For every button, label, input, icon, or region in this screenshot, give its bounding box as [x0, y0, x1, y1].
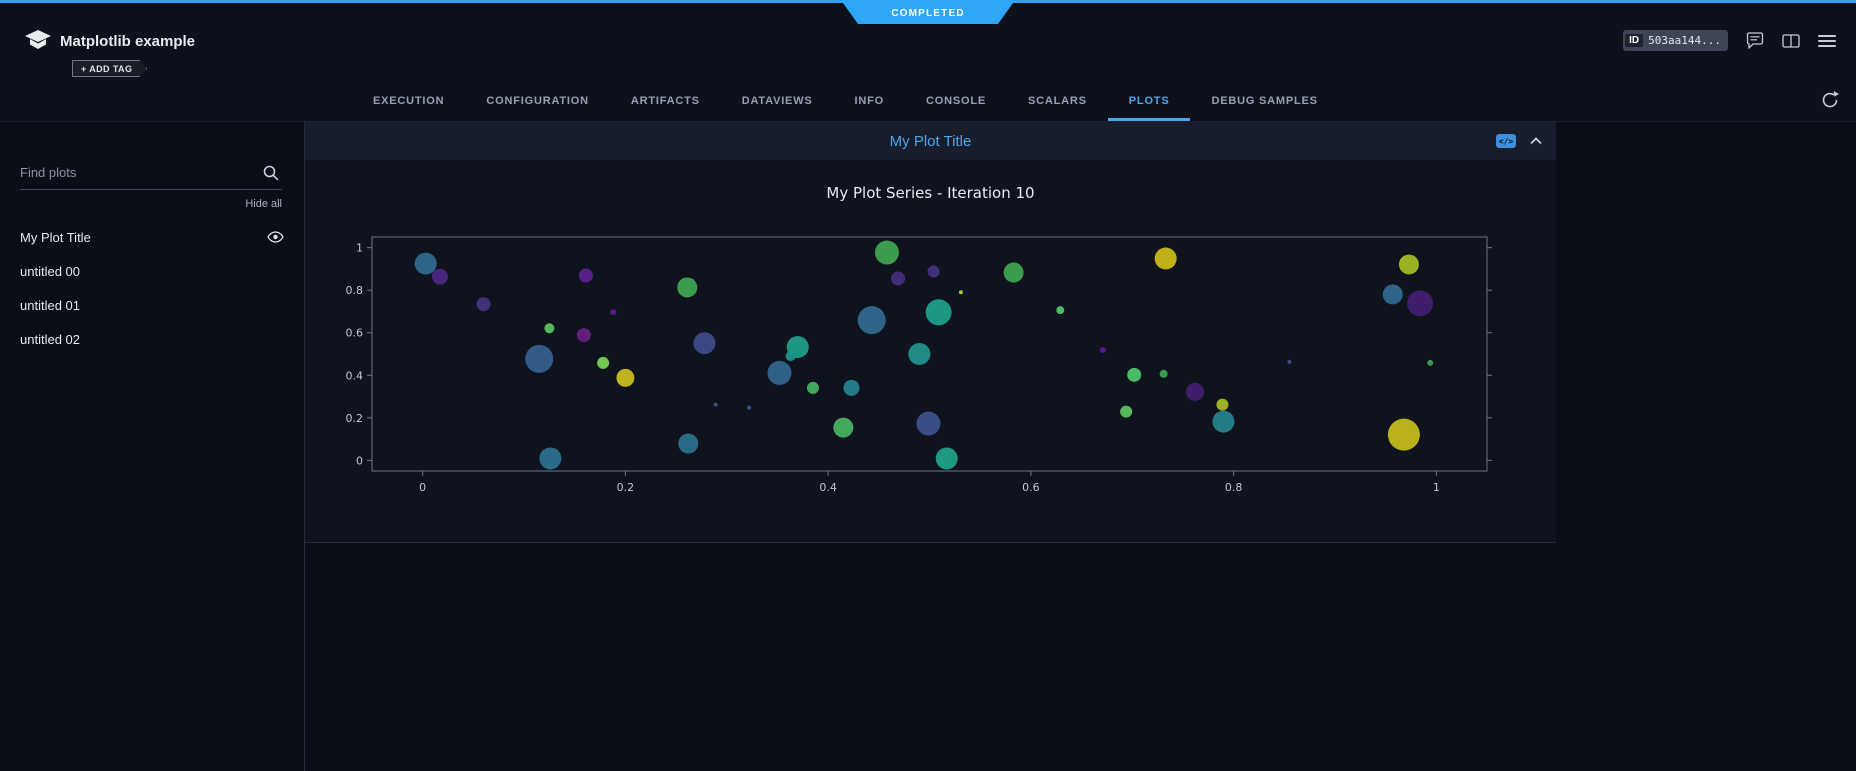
header-actions: ID 503aa144...	[1623, 30, 1836, 51]
add-tag-button[interactable]: + ADD TAG	[72, 60, 147, 77]
experiment-id-chip[interactable]: ID 503aa144...	[1623, 30, 1728, 51]
top-accent-line	[0, 0, 1856, 3]
plot-panel-title: My Plot Title	[305, 133, 1556, 150]
scatter-chart[interactable]: 0 0.2 0.4 0.6 0.8 1 0 0.2 0.4 0.6 0.8 1	[305, 226, 1555, 526]
plot-list-item[interactable]: untitled 02	[0, 322, 304, 356]
plot-list: My Plot Title untitled 00	[0, 220, 304, 356]
main-area: My Plot Title </> My Plot Series - Itera…	[305, 122, 1856, 771]
plot-card-body: My Plot Series - Iteration 10 0 0.2 0.4 0.6…	[305, 160, 1556, 542]
svg-text:0.8: 0.8	[1225, 481, 1243, 494]
tab[interactable]: DEBUG SAMPLES	[1190, 84, 1338, 121]
tab-label: EXECUTION	[373, 95, 444, 107]
app-window: COMPLETED Matplotlib example + ADD TAG I…	[0, 0, 1856, 771]
tab-label: CONSOLE	[926, 95, 986, 107]
tab[interactable]: EXECUTION	[352, 84, 465, 121]
id-label: ID	[1625, 34, 1643, 47]
tab[interactable]: CONFIGURATION	[465, 84, 609, 121]
svg-text:0.6: 0.6	[1022, 481, 1040, 494]
search-input[interactable]	[20, 165, 282, 180]
status-label: COMPLETED	[891, 8, 965, 19]
status-ribbon: COMPLETED	[843, 3, 1013, 24]
tab-label: DATAVIEWS	[742, 95, 813, 107]
comment-icon[interactable]	[1746, 32, 1764, 49]
svg-text:0: 0	[356, 454, 363, 467]
chart-title: My Plot Series - Iteration 10	[305, 160, 1556, 202]
panel-layout-icon[interactable]	[1782, 34, 1800, 48]
tab-label: DEBUG SAMPLES	[1211, 95, 1317, 107]
tab[interactable]: ARTIFACTS	[610, 84, 721, 121]
search-icon[interactable]	[262, 164, 280, 187]
tab-label: INFO	[855, 95, 884, 107]
svg-text:0.4: 0.4	[346, 369, 364, 382]
eye-icon[interactable]	[267, 231, 284, 243]
svg-text:0: 0	[419, 481, 426, 494]
plots-sidebar: Hide all My Plot Title	[0, 122, 305, 771]
svg-text:1: 1	[1433, 481, 1440, 494]
tab[interactable]: SCALARS	[1007, 84, 1108, 121]
tab-label: ARTIFACTS	[631, 95, 700, 107]
app-logo-icon[interactable]	[24, 29, 52, 53]
plot-list-item[interactable]: My Plot Title	[0, 220, 304, 254]
tab[interactable]: DATAVIEWS	[721, 84, 834, 121]
tab-label: SCALARS	[1028, 95, 1087, 107]
plot-item-label: untitled 02	[20, 332, 80, 347]
svg-text:0.4: 0.4	[819, 481, 837, 494]
tab-label: PLOTS	[1129, 95, 1170, 107]
plot-card-header: My Plot Title </>	[305, 122, 1556, 160]
svg-text:0.2: 0.2	[346, 412, 364, 425]
menu-icon[interactable]	[1818, 35, 1836, 47]
plot-item-label: untitled 01	[20, 298, 80, 313]
code-icon[interactable]: </>	[1496, 134, 1516, 148]
hide-all-link[interactable]: Hide all	[0, 198, 282, 210]
tab[interactable]: PLOTS	[1108, 84, 1191, 121]
plot-list-item[interactable]: untitled 00	[0, 254, 304, 288]
auto-refresh-icon[interactable]	[1820, 90, 1840, 110]
collapse-chevron-icon[interactable]	[1530, 137, 1542, 145]
plot-list-item[interactable]: untitled 01	[0, 288, 304, 322]
plot-card-actions: </>	[1496, 134, 1542, 148]
tab-label: CONFIGURATION	[486, 95, 588, 107]
id-value: 503aa144...	[1648, 34, 1726, 47]
svg-text:1: 1	[356, 242, 363, 255]
tab[interactable]: CONSOLE	[905, 84, 1007, 121]
experiment-title: Matplotlib example	[60, 33, 195, 50]
svg-text:0.6: 0.6	[346, 327, 364, 340]
svg-text:0.8: 0.8	[346, 284, 364, 297]
plot-card: My Plot Title </> My Plot Series - Itera…	[305, 122, 1556, 543]
content-area: Hide all My Plot Title	[0, 122, 1856, 771]
plot-item-label: untitled 00	[20, 264, 80, 279]
svg-text:0.2: 0.2	[617, 481, 635, 494]
search-row	[20, 164, 282, 190]
tab[interactable]: INFO	[834, 84, 905, 121]
tab-bar: EXECUTION CONFIGURATION ARTIFACTS DATAVI…	[352, 84, 1339, 121]
plot-item-label: My Plot Title	[20, 230, 91, 245]
